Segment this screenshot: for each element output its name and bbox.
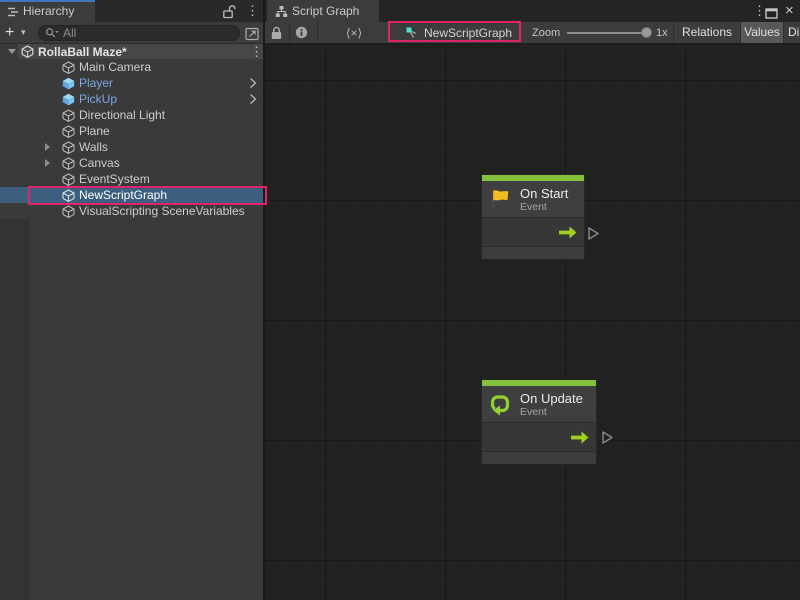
hierarchy-item-label: Walls — [79, 140, 108, 154]
script-graph-tabbar: Script Graph ⋮ × — [265, 0, 800, 22]
graph-canvas[interactable]: On Start Event On U — [265, 44, 800, 600]
node-footer — [482, 247, 584, 259]
hierarchy-item-label: Canvas — [79, 156, 120, 170]
dim-toggle-button[interactable]: Dim — [783, 22, 800, 43]
gameobject-icon — [62, 109, 75, 122]
hierarchy-list: Main Camera Player PickUp Directional Li… — [0, 59, 263, 219]
scene-header-row[interactable]: RollaBall Maze* ⋮ — [0, 44, 263, 59]
hierarchy-item-label: Player — [79, 76, 113, 90]
hierarchy-item-plane[interactable]: Plane — [0, 123, 263, 139]
gameobject-icon — [62, 141, 75, 154]
scene-kebab-menu-icon[interactable]: ⋮ — [250, 44, 263, 60]
script-graph-asset-icon — [405, 26, 419, 40]
foldout-collapsed-icon[interactable] — [45, 159, 50, 167]
script-graph-panel: Script Graph ⋮ × ⟨×⟩ NewScriptGraph Zoom — [265, 0, 800, 600]
prefab-icon — [62, 93, 75, 106]
tab-hierarchy[interactable]: Hierarchy — [0, 0, 95, 22]
hierarchy-item-eventsystem[interactable]: EventSystem — [0, 171, 263, 187]
node-on-update[interactable]: On Update Event — [481, 379, 597, 465]
zoom-slider-handle[interactable] — [641, 27, 652, 38]
zoom-value: 1x — [656, 27, 668, 39]
close-icon[interactable]: × — [785, 2, 794, 20]
gameobject-icon — [62, 173, 75, 186]
hierarchy-item-newscriptgraph[interactable]: NewScriptGraph — [0, 187, 263, 203]
node-subtitle: Event — [520, 201, 568, 213]
hierarchy-item-player[interactable]: Player — [0, 75, 263, 91]
flow-output-port[interactable] — [601, 430, 614, 445]
create-object-caret-icon[interactable]: ▾ — [21, 22, 26, 43]
gameobject-icon — [62, 125, 75, 138]
hierarchy-item-main-camera[interactable]: Main Camera — [0, 59, 263, 75]
hierarchy-item-label: NewScriptGraph — [79, 188, 167, 202]
gameobject-icon — [62, 157, 75, 170]
node-subtitle: Event — [520, 406, 583, 418]
values-toggle-button[interactable]: Values — [741, 22, 783, 43]
hierarchy-item-walls[interactable]: Walls — [0, 139, 263, 155]
toolbar-separator — [317, 22, 318, 43]
graph-breadcrumb-label: NewScriptGraph — [424, 26, 512, 40]
unlock-icon[interactable] — [223, 4, 236, 24]
hierarchy-item-directional-light[interactable]: Directional Light — [0, 107, 263, 123]
node-on-start[interactable]: On Start Event — [481, 174, 585, 260]
variables-toggle-icon[interactable]: ⟨×⟩ — [337, 26, 371, 40]
foldout-collapsed-icon[interactable] — [45, 143, 50, 151]
flow-output-arrow-icon — [571, 431, 589, 444]
hierarchy-search-field[interactable] — [38, 25, 240, 41]
flow-output-arrow-icon — [559, 226, 577, 239]
hierarchy-item-label: PickUp — [79, 92, 117, 106]
create-object-button[interactable]: + — [5, 22, 14, 43]
hierarchy-toolbar: + ▾ — [0, 22, 263, 44]
graph-icon — [275, 5, 288, 18]
hierarchy-list-icon — [7, 6, 20, 18]
unity-scene-icon — [21, 45, 34, 58]
hierarchy-item-label: Main Camera — [79, 60, 151, 74]
prefab-open-chevron-icon[interactable] — [249, 77, 257, 89]
loop-icon — [488, 392, 512, 416]
search-input[interactable] — [63, 26, 233, 40]
hierarchy-item-label: Plane — [79, 124, 110, 138]
graph-breadcrumb[interactable]: NewScriptGraph — [405, 22, 512, 43]
zoom-label: Zoom — [532, 27, 560, 39]
hierarchy-left-gutter — [0, 219, 30, 600]
node-body — [482, 423, 596, 452]
relations-toggle-button[interactable]: Relations — [674, 22, 740, 43]
hierarchy-item-label: Directional Light — [79, 108, 165, 122]
open-search-window-icon[interactable] — [245, 26, 260, 46]
lock-icon[interactable] — [271, 26, 282, 45]
toolbar-separator — [289, 22, 290, 43]
node-title: On Update — [520, 391, 583, 406]
hierarchy-item-label: EventSystem — [79, 172, 150, 186]
unity-editor-window: Hierarchy ⋮ + ▾ RollaBall Maze* ⋮ — [0, 0, 800, 600]
scene-foldout-icon[interactable] — [8, 49, 16, 54]
node-body — [482, 218, 584, 247]
gameobject-icon — [62, 61, 75, 74]
tab-hierarchy-label: Hierarchy — [23, 4, 74, 18]
tab-script-graph-label: Script Graph — [292, 4, 359, 18]
node-header: On Start Event — [482, 181, 584, 218]
hierarchy-item-visualscripting-scenevariables[interactable]: VisualScripting SceneVariables — [0, 203, 263, 219]
prefab-open-chevron-icon[interactable] — [249, 93, 257, 105]
zoom-slider-track[interactable] — [567, 32, 648, 34]
node-header: On Update Event — [482, 386, 596, 423]
info-icon[interactable] — [295, 26, 308, 44]
hierarchy-panel: Hierarchy ⋮ + ▾ RollaBall Maze* ⋮ — [0, 0, 263, 600]
node-footer — [482, 452, 596, 464]
hierarchy-item-canvas[interactable]: Canvas — [0, 155, 263, 171]
search-icon[interactable] — [45, 27, 59, 39]
hierarchy-tabbar: Hierarchy ⋮ — [0, 0, 263, 22]
prefab-icon — [62, 77, 75, 90]
scene-name: RollaBall Maze* — [38, 45, 127, 59]
node-title: On Start — [520, 186, 568, 201]
tab-script-graph[interactable]: Script Graph — [267, 0, 379, 22]
gameobject-icon — [62, 189, 75, 202]
flow-output-port[interactable] — [587, 226, 600, 241]
flag-icon — [488, 187, 512, 211]
script-graph-toolbar: ⟨×⟩ NewScriptGraph Zoom 1x Relations Val… — [265, 22, 800, 44]
hierarchy-kebab-menu-icon[interactable]: ⋮ — [246, 3, 259, 19]
hierarchy-item-pickup[interactable]: PickUp — [0, 91, 263, 107]
gameobject-icon — [62, 205, 75, 218]
hierarchy-item-label: VisualScripting SceneVariables — [79, 204, 245, 218]
